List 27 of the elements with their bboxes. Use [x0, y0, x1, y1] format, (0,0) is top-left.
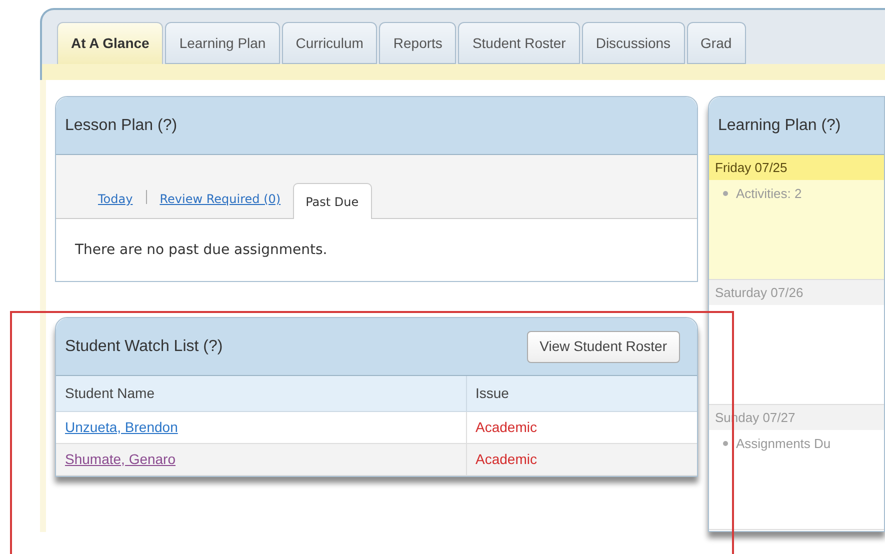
nav-tab[interactable]: Student Roster: [458, 22, 580, 64]
day-heading: Saturday 07/26: [715, 284, 804, 302]
student-link[interactable]: Shumate, Genaro: [65, 450, 176, 466]
nav-tab[interactable]: Curriculum: [282, 22, 378, 64]
subtab[interactable]: Past Due: [292, 183, 372, 219]
nav-tab[interactable]: Discussions: [582, 22, 685, 64]
empty-message: There are no past due assignments.: [75, 240, 328, 260]
nav-tab[interactable]: Grad: [686, 22, 746, 64]
day-item: Assignments Du: [736, 435, 831, 453]
nav-tab[interactable]: Learning Plan: [165, 22, 280, 64]
column-header: Issue: [466, 376, 697, 411]
subtab[interactable]: Today: [98, 190, 133, 208]
panel-title: Student Watch List (?): [65, 336, 223, 356]
day-item: Activities: 2: [736, 185, 802, 203]
bullet-icon: [723, 441, 728, 446]
table-cell: Academic: [466, 411, 697, 443]
table-cell: Academic: [466, 443, 697, 475]
nav-tab[interactable]: Reports: [379, 22, 456, 64]
day-heading: Friday 07/25: [715, 158, 788, 177]
bullet-icon: [723, 191, 728, 196]
panel-title: Learning Plan (?): [718, 116, 841, 136]
view-roster-button[interactable]: View Student Roster: [526, 330, 680, 362]
panel-title: Lesson Plan (?): [65, 116, 178, 136]
subtab[interactable]: Review Required (0): [160, 190, 281, 208]
column-header: Student Name: [56, 376, 466, 411]
nav-tab[interactable]: At A Glance: [57, 22, 164, 64]
student-link[interactable]: Unzueta, Brendon: [65, 418, 178, 434]
